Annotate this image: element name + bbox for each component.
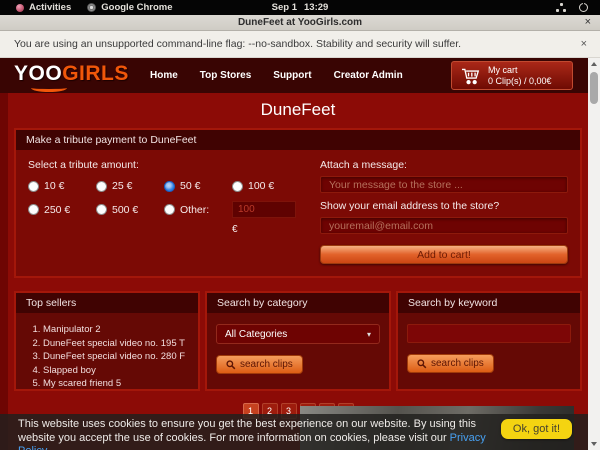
search-clips-by-keyword-button[interactable]: search clips [407,354,494,373]
clock-time: 13:29 [304,2,328,13]
amount-option-100[interactable]: 100 € [232,180,302,192]
cookie-consent-bar: This website uses cookies to ensure you … [0,414,588,450]
top-seller-item[interactable]: Manipulator 2 [43,323,189,337]
search-category-panel: Search by category All Categories ▾ sear… [205,291,391,391]
logo-part-yoo: YOO [14,62,62,85]
cart-icon [461,67,481,85]
amount-options: 10 € 25 € 50 € 100 € [28,180,306,235]
amount-option-250[interactable]: 250 € [28,201,96,218]
amount-option-10[interactable]: 10 € [28,180,96,192]
radio-button[interactable] [96,204,107,215]
network-icon[interactable] [556,3,566,12]
radio-button[interactable] [96,181,107,192]
amount-option-label: 500 € [112,204,138,216]
window-close-icon[interactable]: × [585,16,591,28]
site-header: YOOGIRLS Home Top Stores Support Creator… [0,58,588,93]
radio-button[interactable] [164,204,175,215]
cookie-accept-button[interactable]: Ok, got it! [501,419,572,439]
amount-option-50[interactable]: 50 € [164,180,232,192]
chevron-down-icon: ▾ [367,330,371,339]
clock-date: Sep 1 [272,2,297,13]
search-keyword-header: Search by keyword [398,293,580,313]
amount-option-other[interactable]: Other: [164,201,232,218]
cookie-text: This website uses cookies to ensure you … [18,418,496,450]
top-sellers-panel: Top sellers Manipulator 2 DuneFeet speci… [14,291,200,391]
search-clips-by-category-button[interactable]: search clips [216,355,303,374]
chrome-icon [87,3,96,12]
browser-scrollbar[interactable] [588,58,600,450]
category-select[interactable]: All Categories ▾ [216,324,380,344]
cart-summary: 0 Clip(s) / 0,00€ [488,76,552,87]
amount-option-label: Other: [180,204,209,216]
other-amount-input[interactable] [232,201,296,218]
system-top-bar: Activities Google Chrome Sep 1 13:29 [0,0,600,15]
page-title: DuneFeet [8,93,588,120]
activities-label: Activities [29,2,71,13]
logo-smile-icon [31,84,67,92]
my-cart-button[interactable]: My cart 0 Clip(s) / 0,00€ [451,61,573,90]
nav-item-home[interactable]: Home [150,70,178,81]
message-input[interactable] [320,176,568,193]
currency-symbol: € [232,224,302,235]
amount-option-label: 100 € [248,180,274,192]
email-input[interactable] [320,217,568,234]
tribute-panel: Make a tribute payment to DuneFeet Selec… [14,128,582,278]
logo-part-girls: GIRLS [62,62,129,85]
amount-option-label: 10 € [44,180,64,192]
infobar-message: You are using an unsupported command-lin… [14,38,461,50]
top-seller-item[interactable]: My scared friend 5 [43,377,189,391]
cart-title: My cart [488,65,552,76]
site-logo[interactable]: YOOGIRLS [14,62,129,86]
activities-indicator-icon [16,4,24,12]
activities-button[interactable]: Activities [16,2,71,13]
chrome-infobar: You are using an unsupported command-lin… [0,31,600,58]
add-to-cart-button[interactable]: Add to cart! [320,245,568,264]
nav-item-top-stores[interactable]: Top Stores [200,70,251,81]
radio-button[interactable] [232,181,243,192]
amount-option-500[interactable]: 500 € [96,201,164,218]
app-menu-google-chrome[interactable]: Google Chrome [87,2,172,13]
keyword-input[interactable] [407,324,571,343]
infobar-close-icon[interactable]: × [581,38,587,50]
radio-button[interactable] [28,204,39,215]
window-title: DuneFeet at YooGirls.com [238,17,362,28]
search-keyword-panel: Search by keyword search clips [396,291,582,391]
radio-button[interactable] [28,181,39,192]
search-button-label: search clips [240,359,293,370]
radio-button-checked[interactable] [164,181,175,192]
search-icon [417,359,427,369]
scrollbar-up-arrow-icon[interactable] [588,58,600,70]
tribute-panel-header: Make a tribute payment to DuneFeet [16,130,580,150]
message-label: Attach a message: [320,159,568,171]
category-selected-value: All Categories [225,329,287,340]
top-seller-item[interactable]: DuneFeet special video no. 195 T [43,337,189,351]
top-sellers-header: Top sellers [16,293,198,313]
search-category-header: Search by category [207,293,389,313]
clock-button[interactable]: Sep 1 13:29 [272,2,329,13]
scrollbar-down-arrow-icon[interactable] [588,438,600,450]
email-label: Show your email address to the store? [320,200,568,212]
power-icon[interactable] [579,3,588,12]
top-seller-item[interactable]: DuneFeet special video no. 280 F [43,350,189,364]
amount-option-label: 50 € [180,180,200,192]
nav-item-creator-admin[interactable]: Creator Admin [334,70,403,81]
amount-label: Select a tribute amount: [28,159,306,171]
page-container: DuneFeet Make a tribute payment to DuneF… [8,93,588,450]
main-nav: Home Top Stores Support Creator Admin [150,58,403,93]
top-seller-item[interactable]: Slapped boy [43,364,189,378]
scrollbar-thumb[interactable] [590,72,598,104]
top-sellers-list: Manipulator 2 DuneFeet special video no.… [29,323,189,391]
window-titlebar: DuneFeet at YooGirls.com × [0,15,600,31]
cookie-text-body: This website uses cookies to ensure you … [18,418,476,444]
amount-option-25[interactable]: 25 € [96,180,164,192]
search-button-label: search clips [431,358,484,369]
nav-item-support[interactable]: Support [273,70,311,81]
search-icon [226,360,236,370]
amount-option-label: 25 € [112,180,132,192]
amount-option-label: 250 € [44,204,70,216]
app-menu-label: Google Chrome [101,2,172,13]
